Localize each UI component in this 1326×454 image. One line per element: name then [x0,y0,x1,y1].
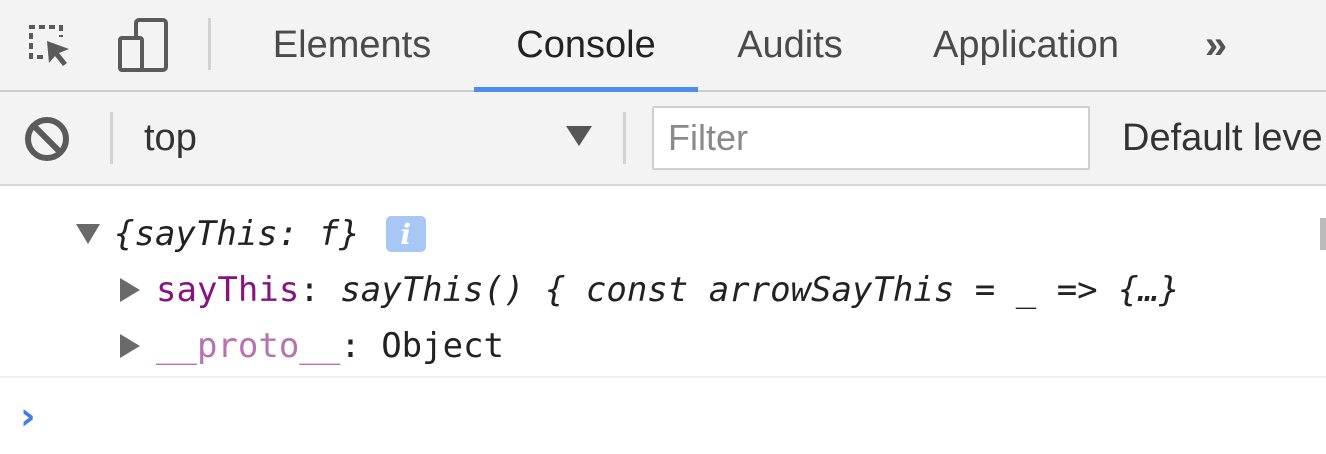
toolbar-divider [110,112,113,164]
source-link-edge[interactable] [1320,218,1326,250]
property-value: Object [381,326,505,366]
console-messages: {sayThis: f} i sayThis : sayThis() { con… [0,186,1326,454]
property-value: sayThis() { const arrowSayThis = _ => {…… [340,270,1180,310]
property-separator: : [299,270,341,310]
expand-triangle-icon[interactable] [120,334,140,358]
tab-console[interactable]: Console [474,0,698,92]
expand-triangle-icon[interactable] [120,278,140,302]
object-preview[interactable]: {sayThis: f} [114,214,360,254]
more-tabs-button[interactable]: » [1190,0,1236,90]
context-label: top [144,116,197,159]
console-prompt-icon[interactable]: › [20,394,36,438]
property-key: sayThis [156,270,300,310]
message-divider [0,376,1326,378]
log-object-row: {sayThis: f} i [0,206,426,262]
property-row[interactable]: __proto__ : Object [0,318,504,374]
inspect-element-icon[interactable] [18,0,80,90]
log-levels-dropdown[interactable]: Default leve [1122,92,1323,184]
devtools-tab-bar: Elements Console Audits Application » [0,0,1326,92]
filter-input[interactable] [652,106,1090,170]
dropdown-arrow-icon [564,124,594,153]
context-selector[interactable]: top [120,92,610,184]
clear-console-icon[interactable] [22,114,72,169]
property-separator: : [340,326,382,366]
tab-audits[interactable]: Audits [714,0,866,90]
console-toolbar: top Default leve [0,92,1326,186]
property-key: __proto__ [156,326,341,366]
tab-application[interactable]: Application [904,0,1148,90]
info-icon[interactable]: i [385,216,426,252]
device-toolbar-icon[interactable] [110,0,176,90]
property-row[interactable]: sayThis : sayThis() { const arrowSayThis… [0,262,1180,318]
toolbar-divider [623,112,626,164]
tab-elements[interactable]: Elements [246,0,458,90]
expand-triangle-icon[interactable] [76,224,100,244]
toolbar-divider [208,18,211,70]
